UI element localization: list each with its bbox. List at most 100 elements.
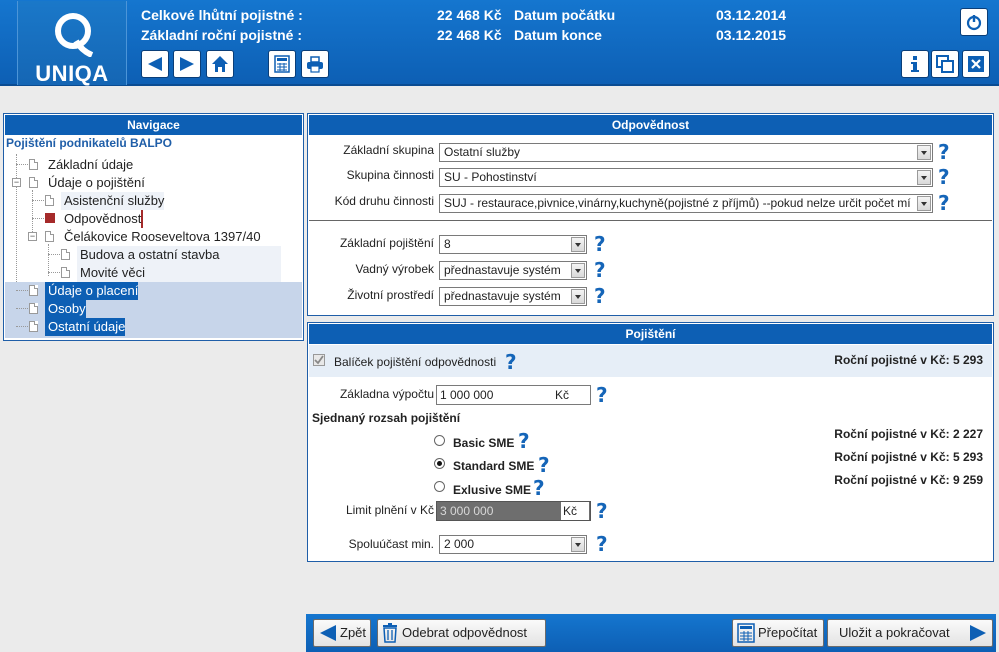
nav-item-udaje-o-placeni[interactable]: Údaje o placení [45,282,139,300]
nav-item-zakladni-udaje[interactable]: Základní údaje [45,156,133,174]
activity-group-select[interactable]: SU - Pohostinství [439,168,933,187]
nav-item-ostatni-udaje[interactable]: Ostatní údaje [45,318,126,336]
print-button[interactable] [301,50,329,78]
document-icon [29,321,38,332]
chevron-down-icon [571,263,585,278]
scope-label: Sjednaný rozsah pojištění [312,411,461,425]
nav-item-osoby[interactable]: Osoby [45,300,86,318]
document-icon [61,267,70,278]
environment-select[interactable]: přednastavuje systém [439,287,587,306]
chevron-down-icon [571,537,585,552]
tree-line [48,254,60,255]
info-button[interactable] [901,50,929,78]
radio-exlusive-sme[interactable] [434,481,445,492]
radio-standard-sme[interactable] [434,458,445,469]
back-arrow-button[interactable] [141,50,169,78]
base-group-select[interactable]: Ostatní služby [439,143,933,162]
save-and-continue-button[interactable]: Uložit a pokračovat [827,619,993,647]
nav-item-asistencni-sluzby[interactable]: Asistenční služby [61,192,165,210]
forward-arrow-button[interactable] [173,50,201,78]
chevron-down-icon [571,237,585,252]
arrow-right-icon [180,57,194,71]
nav-item-address[interactable]: Čelákovice Rooseveltova 1397/40 [61,228,261,246]
option-exlusive-sme-premium: Roční pojistné v Kč: 9 259 [834,473,983,487]
trash-icon [383,623,397,643]
uniqa-logo: UNIQA [17,1,127,86]
checkmark-icon [314,355,324,365]
package-premium: Roční pojistné v Kč: 5 293 [834,353,983,367]
recalculate-button[interactable]: Přepočítat [732,619,824,647]
chevron-down-icon [571,289,585,304]
total-premium-value: 22 468 Kč [437,7,502,23]
calc-base-input[interactable]: 1 000 000 Kč [436,385,591,405]
tree-line [16,326,28,327]
option-exlusive-sme-label: Exlusive SME [453,483,532,497]
logo-text: UNIQA [35,61,109,86]
close-button[interactable] [962,50,990,78]
calculator-icon [274,55,290,73]
home-icon [212,56,228,72]
nav-item-udaje-o-pojisteni[interactable]: Údaje o pojištění [45,174,145,192]
help-icon[interactable]: ? [596,501,608,521]
defective-product-select[interactable]: přednastavuje systém [439,261,587,280]
help-icon[interactable]: ? [538,455,550,475]
chevron-down-icon [917,170,931,185]
help-icon[interactable]: ? [596,534,608,554]
help-icon[interactable]: ? [505,352,517,372]
arrow-right-icon [970,625,986,641]
back-button[interactable]: Zpět [313,619,371,647]
active-page-icon [45,213,55,223]
app-header: UNIQA Celkové lhůtní pojistné : 22 468 K… [0,0,999,86]
document-icon [29,285,38,296]
basic-insurance-label: Základní pojištění [339,236,434,250]
deductible-select[interactable]: 2 000 [439,535,587,554]
nav-item-budova[interactable]: Budova a ostatní stavba [77,246,281,264]
activity-code-label: Kód druhu činnosti [334,194,434,208]
help-icon[interactable]: ? [596,385,608,405]
chevron-down-icon [917,196,931,211]
remove-liability-button[interactable]: Odebrat odpovědnost [377,619,546,647]
help-icon[interactable]: ? [594,234,606,254]
tree-line [32,218,44,219]
calculator-button[interactable] [268,50,296,78]
limit-unit: Kč [561,502,589,520]
help-icon[interactable]: ? [594,286,606,306]
nav-heading[interactable]: Pojištění podnikatelů BALPO [6,136,172,150]
option-basic-sme-premium: Roční pojistné v Kč: 2 227 [834,427,983,441]
collapse-toggle-icon[interactable]: − [12,178,21,187]
package-checkbox[interactable] [313,354,325,366]
help-icon[interactable]: ? [938,167,950,187]
radio-basic-sme[interactable] [434,435,445,446]
tree-line [32,200,44,201]
basic-insurance-select[interactable]: 8 [439,235,587,254]
restore-window-button[interactable] [931,50,959,78]
document-icon [45,195,54,206]
option-standard-sme-label: Standard SME [453,459,535,473]
liability-title: Odpovědnost [309,115,992,135]
environment-label: Životní prostředí [347,288,434,302]
home-button[interactable] [206,50,234,78]
option-basic-sme-label: Basic SME [453,436,515,450]
help-icon[interactable]: ? [518,431,530,451]
help-icon[interactable]: ? [594,260,606,280]
annual-premium-label: Základní roční pojistné : [141,27,303,43]
power-button[interactable] [960,8,988,36]
end-date-value: 03.12.2015 [716,27,787,43]
help-icon[interactable]: ? [938,193,950,213]
nav-item-odpovednost[interactable]: Odpovědnost [61,210,144,228]
nav-item-movite-veci[interactable]: Movité věci [77,264,281,282]
option-standard-sme-premium: Roční pojistné v Kč: 5 293 [834,450,983,464]
document-icon [45,231,54,242]
end-date-label: Datum konce [514,27,602,43]
activity-group-label: Skupina činnosti [346,168,434,182]
help-icon[interactable]: ? [533,478,545,498]
collapse-toggle-icon[interactable]: − [28,232,37,241]
activity-code-select[interactable]: SUJ - restaurace,pivnice,vinárny,kuchyně… [439,194,933,213]
footer-toolbar: Zpět Odebrat odpovědnost Přepočítat Ulož… [306,614,996,652]
annual-premium-value: 22 468 Kč [437,27,502,43]
document-icon [61,249,70,260]
arrow-left-icon [148,57,162,71]
help-icon[interactable]: ? [938,142,950,162]
liability-panel: Odpovědnost Základní skupina Ostatní slu… [307,113,994,316]
insurance-panel: Pojištění Balíček pojištění odpovědnosti… [307,322,994,562]
